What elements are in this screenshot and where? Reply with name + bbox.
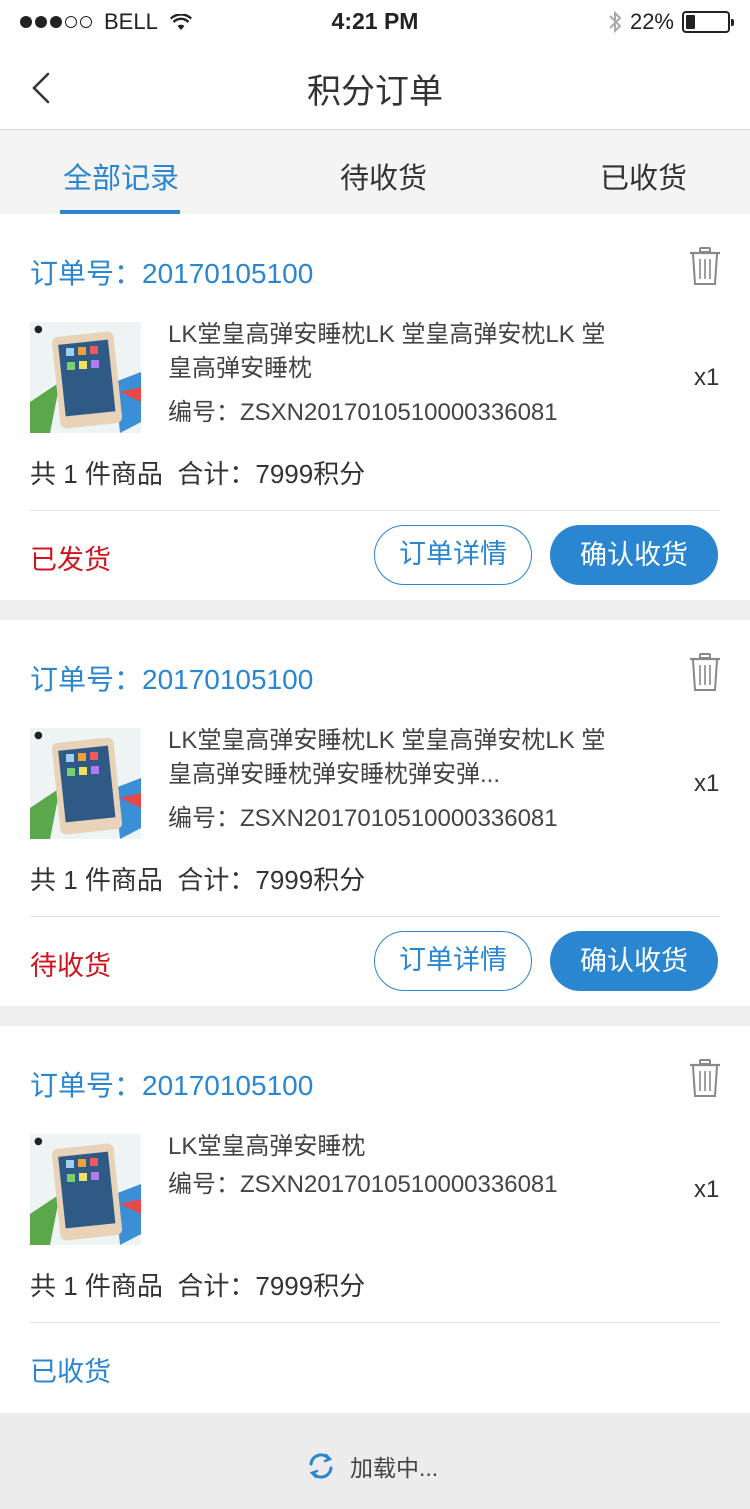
product-name[interactable]: LK堂皇高弹安睡枕LK 堂皇高弹安枕LK 堂皇高弹安睡枕 (168, 318, 618, 386)
product-code: 编号：ZSXN2017010510000336081 (168, 399, 558, 426)
product-code: 编号：ZSXN2017010510000336081 (168, 1171, 558, 1198)
product-name[interactable]: LK堂皇高弹安睡枕 (168, 1130, 618, 1164)
order-status: 已收货 (30, 1357, 111, 1387)
bluetooth-icon (609, 10, 622, 34)
product-quantity: x1 (694, 364, 720, 391)
order-card: 订单号：20170105100 ● LK堂皇高弹安睡枕LK 堂皇高弹安枕LK 堂… (0, 620, 750, 1006)
divider (30, 510, 720, 511)
loading-text: 加载中... (350, 1455, 439, 1481)
battery-icon (682, 11, 734, 33)
order-summary: 共 1 件商品 合计：7999积分 (30, 459, 366, 489)
order-status: 已发货 (30, 545, 111, 575)
confirm-receipt-button[interactable]: 确认收货 (550, 931, 718, 991)
trash-icon[interactable] (688, 246, 722, 286)
page-title: 积分订单 (307, 73, 443, 111)
product-thumbnail[interactable]: ● (30, 728, 141, 839)
order-card: 订单号：20170105100 ● LK堂皇高弹安睡枕LK 堂皇高弹安枕LK 堂… (0, 214, 750, 600)
status-bar: BELL 4:21 PM 22% (0, 0, 750, 44)
tablet-image-icon: ● (30, 322, 141, 433)
order-number: 订单号：20170105100 (30, 258, 314, 289)
tab-pending-receipt[interactable]: 待收货 (340, 155, 427, 197)
svg-text:●: ● (34, 730, 43, 741)
confirm-receipt-button[interactable]: 确认收货 (550, 525, 718, 585)
battery-fill (686, 15, 695, 29)
order-summary: 共 1 件商品 合计：7999积分 (30, 865, 366, 895)
trash-icon[interactable] (688, 652, 722, 692)
product-name[interactable]: LK堂皇高弹安睡枕LK 堂皇高弹安枕LK 堂皇高弹安睡枕弹安睡枕弹安弹... (168, 724, 618, 792)
tablet-image-icon: ● (30, 1134, 141, 1245)
order-summary: 共 1 件商品 合计：7999积分 (30, 1271, 366, 1301)
product-thumbnail[interactable]: ● (30, 322, 141, 433)
order-detail-button[interactable]: 订单详情 (374, 525, 532, 585)
loading-footer: 加载中... (0, 1413, 750, 1509)
divider (30, 916, 720, 917)
order-card: 订单号：20170105100 ● LK堂皇高弹安睡枕 编号：ZSXN20170… (0, 1026, 750, 1413)
battery-percent: 22% (629, 9, 674, 34)
order-number: 订单号：20170105100 (30, 664, 314, 695)
product-thumbnail[interactable]: ● (30, 1134, 141, 1245)
tab-all-records[interactable]: 全部记录 (63, 155, 179, 197)
product-quantity: x1 (694, 770, 720, 797)
loading-indicator: 加载中... (306, 1449, 438, 1483)
status-right: 22% (608, 9, 734, 35)
tab-bar: 全部记录 待收货 已收货 (0, 131, 750, 214)
tab-received[interactable]: 已收货 (600, 155, 687, 197)
divider (30, 1322, 720, 1323)
product-code: 编号：ZSXN2017010510000336081 (168, 805, 558, 832)
order-status: 待收货 (30, 951, 111, 981)
refresh-icon (309, 1453, 333, 1479)
product-quantity: x1 (694, 1176, 720, 1203)
order-number: 订单号：20170105100 (30, 1070, 314, 1101)
trash-icon[interactable] (688, 1058, 722, 1098)
order-detail-button[interactable]: 订单详情 (374, 931, 532, 991)
nav-bar: 积分订单 (0, 44, 750, 130)
svg-text:●: ● (34, 1136, 43, 1147)
tablet-image-icon: ● (30, 728, 141, 839)
svg-text:●: ● (34, 324, 43, 335)
